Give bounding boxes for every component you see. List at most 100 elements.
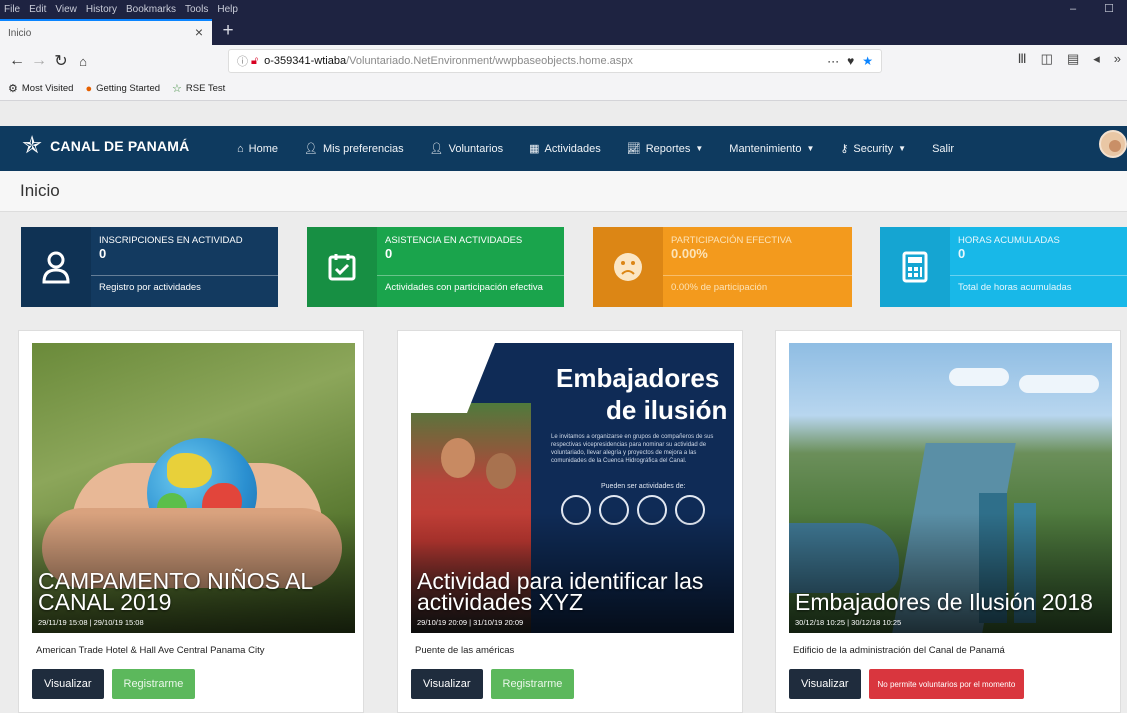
activity-location: Edificio de la administración del Canal … (793, 645, 1005, 656)
page-title-bar: Inicio (0, 171, 1127, 212)
activity-image[interactable]: Embajadores de ilusión Le invitamos a or… (411, 343, 734, 633)
activity-image[interactable]: Embajadores de Ilusión 2018 30/12/18 10:… (789, 343, 1112, 633)
nav-label: Mis preferencias (322, 142, 404, 155)
activity-card: Embajadores de Ilusión 2018 30/12/18 10:… (775, 330, 1121, 713)
register-button[interactable]: Registrarme (490, 669, 575, 699)
stat-participacion[interactable]: PARTICIPACIÓN EFECTIVA 0.00% 0.00% de pa… (593, 227, 852, 307)
avatar[interactable] (1099, 130, 1127, 158)
browser-menubar: File Edit View History Bookmarks Tools H… (0, 0, 1127, 19)
nav-label: Voluntarios (448, 142, 504, 155)
insecure-lock-icon[interactable]: 🔓︎ (251, 55, 258, 68)
minimize-icon[interactable]: – (1055, 0, 1091, 19)
menu-bookmarks[interactable]: Bookmarks (126, 4, 176, 15)
sad-face-icon (593, 227, 663, 307)
user-settings-icon: 👤︎ (304, 143, 318, 155)
close-icon[interactable]: × (195, 24, 203, 40)
star-outline-icon: ☆ (172, 83, 182, 95)
forward-icon[interactable]: → (28, 52, 50, 70)
menu-tools[interactable]: Tools (185, 4, 208, 15)
stat-body: ASISTENCIA EN ACTIVIDADES 0 Actividades … (377, 227, 564, 307)
stat-title: HORAS ACUMULADAS (958, 235, 1060, 246)
home-icon[interactable]: ⌂ (72, 54, 94, 69)
activity-dates: 30/12/18 10:25 | 30/12/18 10:25 (795, 618, 902, 627)
info-icon[interactable]: ⓘ (237, 53, 248, 69)
view-button[interactable]: Visualizar (32, 669, 104, 699)
gear-icon: ⚙ (8, 83, 18, 95)
url-bar[interactable]: ⓘ 🔓︎ o-359341-wtiaba /Voluntariado.NetEn… (228, 49, 882, 73)
activity-image[interactable]: CAMPAMENTO NIÑOS AL CANAL 2019 29/11/19 … (32, 343, 355, 633)
browser-tab[interactable]: Inicio × (0, 19, 212, 45)
nav-actividades[interactable]: ▦ Actividades (529, 142, 601, 156)
person-face (441, 438, 475, 478)
caret-down-icon: ▼ (806, 144, 815, 153)
nav-voluntarios[interactable]: 👤︎ Voluntarios (429, 142, 504, 156)
nav-mis-preferencias[interactable]: 👤︎ Mis preferencias (304, 142, 404, 156)
activity-card: CAMPAMENTO NIÑOS AL CANAL 2019 29/11/19 … (18, 330, 364, 713)
menu-view[interactable]: View (55, 4, 77, 15)
bookmark-label: Most Visited (21, 83, 74, 94)
bookmark-most-visited[interactable]: ⚙ Most Visited (8, 82, 73, 95)
stat-footer: Actividades con participación efectiva (377, 275, 564, 307)
closed-registration-button[interactable]: No permite voluntarios por el momento (868, 669, 1025, 699)
poster-heading: de ilusión (606, 395, 728, 425)
maximize-icon[interactable]: ☐ (1091, 0, 1127, 19)
avatar-face (1109, 140, 1121, 152)
bookmarks-bar: ⚙ Most Visited ● Getting Started ☆ RSE T… (0, 77, 1127, 101)
nav-salir[interactable]: Salir (932, 143, 954, 155)
toolbar-icons: Ⅲ ◫ ▤ ◂ » (1018, 51, 1121, 67)
menu-help[interactable]: Help (217, 4, 238, 15)
card-actions: Visualizar Registrarme (32, 669, 203, 699)
chart-icon: 📈︎ (626, 143, 641, 155)
back-icon[interactable]: ← (6, 52, 28, 70)
canal-logo-icon: ✯ (22, 132, 43, 159)
reader-icon[interactable]: ▤ (1067, 51, 1079, 67)
window-controls: – ☐ (1055, 0, 1127, 19)
nav-label: Home (248, 142, 278, 155)
overflow-icon[interactable]: » (1114, 51, 1121, 67)
bookmark-rse-test[interactable]: ☆ RSE Test (172, 82, 225, 95)
view-button[interactable]: Visualizar (411, 669, 483, 699)
stat-value: 0.00% (671, 246, 708, 261)
stat-title: INSCRIPCIONES EN ACTIVIDAD (99, 235, 243, 246)
home-icon: ⌂ (237, 142, 244, 155)
stat-horas[interactable]: HORAS ACUMULADAS 0 Total de horas acumul… (880, 227, 1127, 307)
url-path: /Voluntariado.NetEnvironment/wwpbaseobje… (346, 55, 633, 67)
nav-label: Actividades (544, 142, 601, 155)
more-icon[interactable]: ··· (827, 54, 839, 68)
view-button[interactable]: Visualizar (789, 669, 861, 699)
sidebar-icon[interactable]: ◫ (1041, 51, 1053, 67)
user-icon: 👤︎ (429, 143, 444, 155)
nav-security[interactable]: ⚷ Security ▼ (840, 142, 906, 156)
register-button[interactable]: Registrarme (111, 669, 196, 699)
poster-body: Le invitamos a organizarse en grupos de … (551, 434, 714, 464)
nav-mantenimiento[interactable]: Mantenimiento ▼ (729, 143, 814, 155)
menu-edit[interactable]: Edit (29, 4, 46, 15)
speaker-icon[interactable]: ◂ (1093, 51, 1100, 67)
brand[interactable]: ✯ CANAL DE PANAMÁ (22, 134, 189, 158)
user-icon (21, 227, 91, 307)
stat-inscripciones[interactable]: INSCRIPCIONES EN ACTIVIDAD 0 Registro po… (21, 227, 278, 307)
nav-home[interactable]: ⌂ Home (237, 143, 278, 155)
image-shade (789, 513, 1112, 633)
nav-label: Reportes (645, 142, 691, 155)
poster-sky (411, 343, 495, 413)
bookmark-getting-started[interactable]: ● Getting Started (85, 83, 160, 95)
stat-asistencia[interactable]: ASISTENCIA EN ACTIVIDADES 0 Actividades … (307, 227, 564, 307)
page-title: Inicio (20, 181, 60, 200)
tab-title: Inicio (8, 27, 32, 39)
activity-dates: 29/11/19 15:08 | 29/10/19 15:08 (38, 618, 144, 627)
card-actions: Visualizar Registrarme (411, 669, 582, 699)
activity-title: CAMPAMENTO NIÑOS AL CANAL 2019 (38, 568, 313, 615)
bookmark-star-icon[interactable]: ★ (862, 54, 873, 68)
calendar-check-icon (307, 227, 377, 307)
activity-title: Embajadores de Ilusión 2018 (795, 589, 1093, 615)
reload-icon[interactable]: ↻ (50, 51, 72, 71)
new-tab-icon[interactable]: + (218, 20, 238, 42)
menu-history[interactable]: History (86, 4, 117, 15)
library-icon[interactable]: Ⅲ (1018, 51, 1027, 67)
url-host: o-359341-wtiaba (264, 55, 347, 67)
url-actions: ··· ♥ ★ (827, 50, 873, 72)
menu-file[interactable]: File (4, 4, 20, 15)
pocket-icon[interactable]: ♥ (847, 54, 854, 68)
nav-reportes[interactable]: 📈︎ Reportes ▼ (626, 142, 704, 156)
